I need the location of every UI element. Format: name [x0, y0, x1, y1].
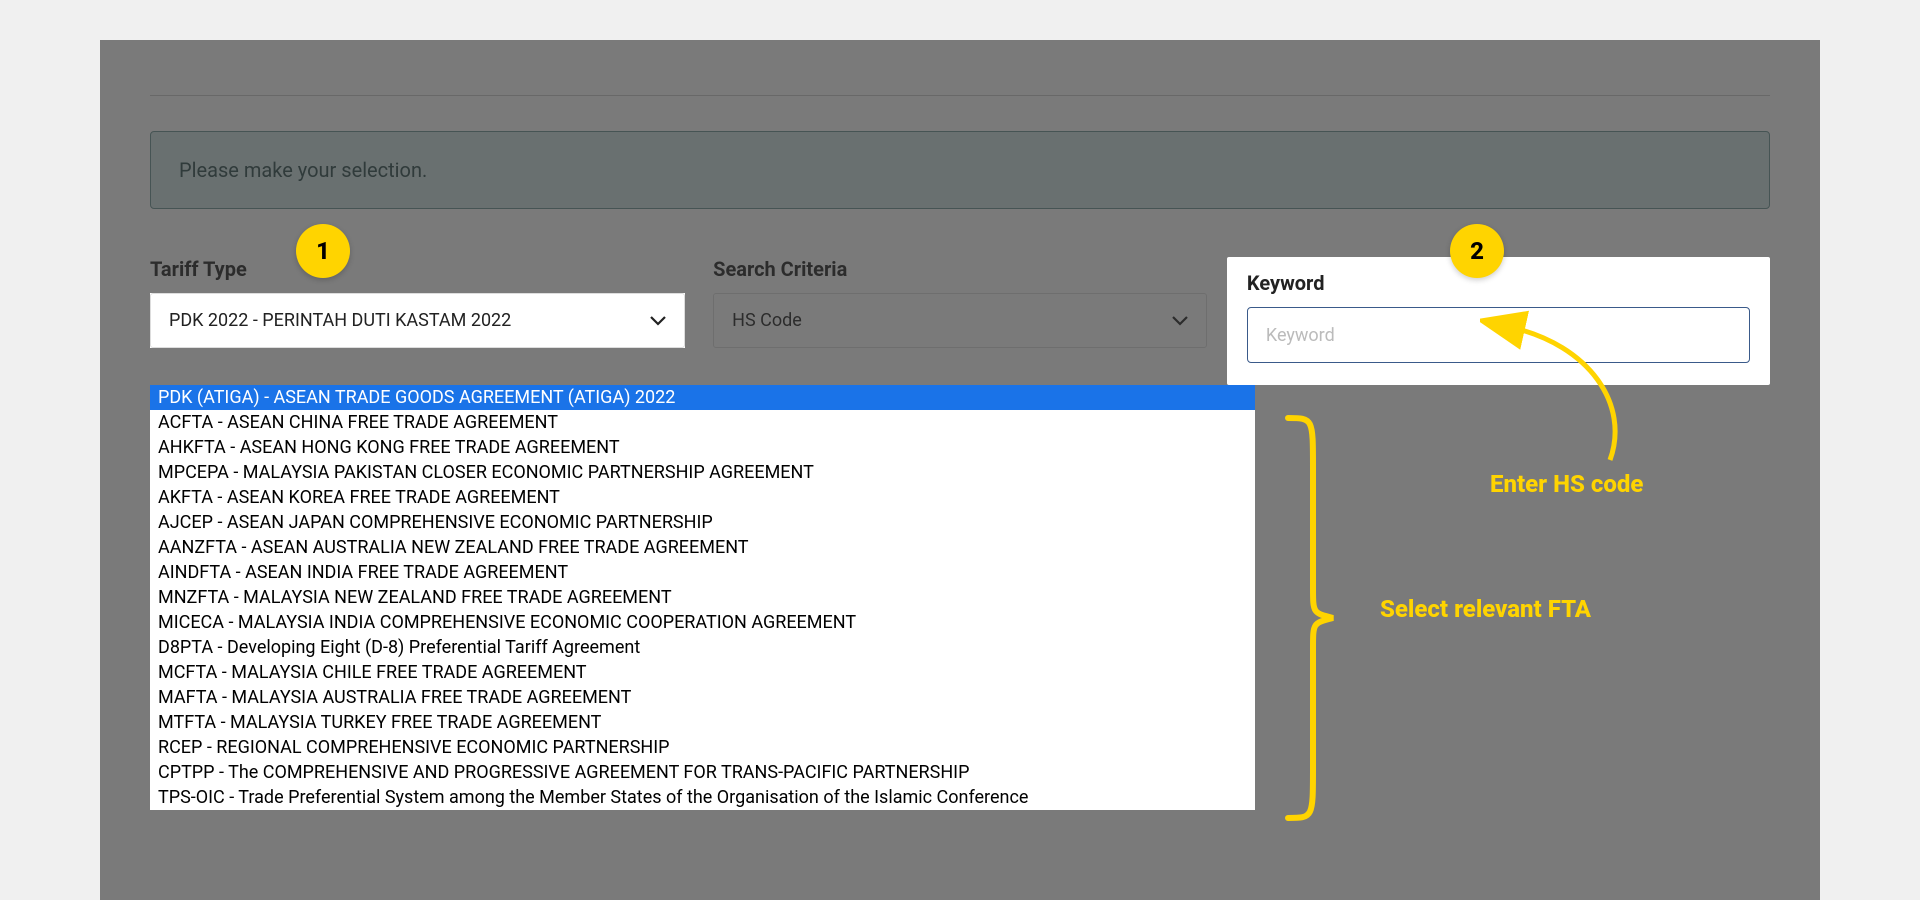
annotation-badge-1: 1	[296, 224, 350, 278]
tariff-type-select[interactable]: PDK 2022 - PERINTAH DUTI KASTAM 2022	[150, 293, 685, 348]
tariff-type-option[interactable]: AHKFTA - ASEAN HONG KONG FREE TRADE AGRE…	[150, 435, 1255, 460]
divider	[150, 95, 1770, 96]
keyword-label: Keyword	[1247, 271, 1750, 295]
tariff-type-option[interactable]: RCEP - REGIONAL COMPREHENSIVE ECONOMIC P…	[150, 735, 1255, 760]
chevron-down-icon	[1172, 311, 1188, 330]
annotation-badge-2-text: 2	[1470, 237, 1484, 265]
tariff-type-option[interactable]: AANZFTA - ASEAN AUSTRALIA NEW ZEALAND FR…	[150, 535, 1255, 560]
tariff-type-option[interactable]: AKFTA - ASEAN KOREA FREE TRADE AGREEMENT	[150, 485, 1255, 510]
keyword-placeholder-text: Keyword	[1266, 325, 1335, 346]
chevron-down-icon	[650, 311, 666, 330]
tariff-type-option[interactable]: PDK (ATIGA) - ASEAN TRADE GOODS AGREEMEN…	[150, 385, 1255, 410]
tariff-type-option[interactable]: ACFTA - ASEAN CHINA FREE TRADE AGREEMENT	[150, 410, 1255, 435]
tariff-type-option[interactable]: MTFTA - MALAYSIA TURKEY FREE TRADE AGREE…	[150, 710, 1255, 735]
tariff-type-option[interactable]: MNZFTA - MALAYSIA NEW ZEALAND FREE TRADE…	[150, 585, 1255, 610]
tariff-type-option[interactable]: D8PTA - Developing Eight (D-8) Preferent…	[150, 635, 1255, 660]
tariff-type-option[interactable]: MICECA - MALAYSIA INDIA COMPREHENSIVE EC…	[150, 610, 1255, 635]
annotation-select-fta: Select relevant FTA	[1380, 595, 1591, 623]
search-criteria-select[interactable]: HS Code	[713, 293, 1207, 348]
info-banner-text: Please make your selection.	[179, 158, 427, 182]
info-banner: Please make your selection.	[150, 131, 1770, 209]
search-criteria-label: Search Criteria	[713, 257, 1207, 281]
tariff-type-option[interactable]: AJCEP - ASEAN JAPAN COMPREHENSIVE ECONOM…	[150, 510, 1255, 535]
tariff-type-option[interactable]: MAFTA - MALAYSIA AUSTRALIA FREE TRADE AG…	[150, 685, 1255, 710]
curly-brace-icon	[1278, 408, 1338, 828]
tariff-type-option[interactable]: AINDFTA - ASEAN INDIA FREE TRADE AGREEME…	[150, 560, 1255, 585]
tariff-type-label: Tariff Type	[150, 257, 693, 281]
search-criteria-selected-value: HS Code	[732, 310, 802, 331]
annotation-badge-2: 2	[1450, 224, 1504, 278]
tariff-type-option[interactable]: MCFTA - MALAYSIA CHILE FREE TRADE AGREEM…	[150, 660, 1255, 685]
tariff-type-dropdown[interactable]: PDK (ATIGA) - ASEAN TRADE GOODS AGREEMEN…	[150, 385, 1255, 810]
annotation-badge-1-text: 1	[316, 237, 330, 265]
tariff-type-option[interactable]: MPCEPA - MALAYSIA PAKISTAN CLOSER ECONOM…	[150, 460, 1255, 485]
tariff-type-selected-value: PDK 2022 - PERINTAH DUTI KASTAM 2022	[169, 310, 511, 331]
tariff-type-option[interactable]: TPS-OIC - Trade Preferential System amon…	[150, 785, 1255, 810]
tariff-type-option[interactable]: CPTPP - The COMPREHENSIVE AND PROGRESSIV…	[150, 760, 1255, 785]
arrow-annotation-icon	[1480, 305, 1670, 475]
